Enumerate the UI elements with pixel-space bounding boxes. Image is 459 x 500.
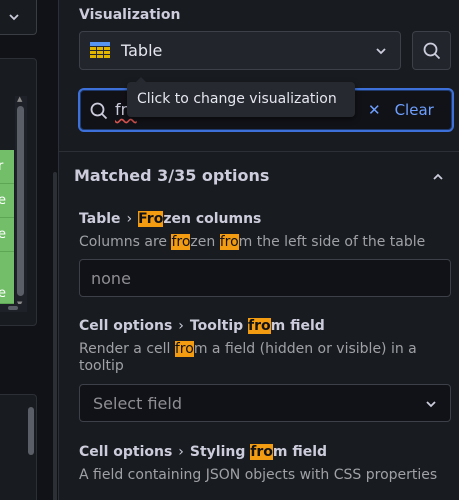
search-icon [423,42,441,60]
search-options-button[interactable] [412,31,451,70]
options-pane: Visualization Table fro ✕ Clear Click to … [58,0,459,500]
tooltip-field-select[interactable]: Select field [79,384,451,422]
chevron-down-icon [376,48,386,55]
field-value: none [91,269,131,288]
search-highlight: fro [171,234,191,250]
option-title: Cell options › Styling from field [79,444,328,460]
scrollbar-thumb[interactable] [17,106,24,296]
search-highlight: fro [219,234,239,250]
option-title: Table › Frozen columns [79,211,262,227]
clear-label: Clear [394,101,434,119]
search-highlight: fro [174,341,194,357]
scrollbar-thumb[interactable] [8,306,18,310]
visualization-picker[interactable]: Table [79,31,401,70]
tooltip-text: Click to change visualization [137,91,337,107]
clear-search-button[interactable]: ✕ Clear [368,101,434,119]
search-highlight: fro [250,444,273,460]
chevron-down-icon [426,401,436,408]
search-highlight: Fro [138,211,164,227]
table-vertical-scrollbar[interactable]: ▲ ▼ [15,96,27,310]
close-icon: ✕ [368,101,381,119]
visualization-tooltip: Click to change visualization [127,77,355,117]
option-category: Cell options [79,444,173,460]
visualization-name: Table [121,41,163,60]
chevron-up-icon[interactable] [431,170,445,184]
left-panel-strip: r e e e ▲ ▼ [0,0,60,500]
visualization-label: Visualization [79,7,181,23]
page-scrollbar[interactable] [53,172,57,500]
option-description: Render a cell from a field (hidden or vi… [79,341,417,374]
table-cell: e [0,252,14,304]
option-description: A field containing JSON objects with CSS… [79,467,438,483]
select-placeholder: Select field [93,394,182,413]
search-highlight: fro [248,318,271,334]
option-category: Table [79,211,121,227]
option-title: Cell options › Tooltip from field [79,318,325,334]
table-icon [90,42,110,58]
scrollbar-thumb[interactable] [28,407,34,455]
frozen-columns-input[interactable]: none [79,259,451,297]
option-description: Columns are frozen from the left side of… [79,234,426,250]
table-horizontal-scrollbar[interactable] [0,304,27,312]
matched-options-heading: Matched 3/35 options [74,166,270,185]
search-icon [90,102,108,120]
divider [59,151,459,152]
lower-panel [0,394,37,500]
option-category: Cell options [79,318,173,334]
